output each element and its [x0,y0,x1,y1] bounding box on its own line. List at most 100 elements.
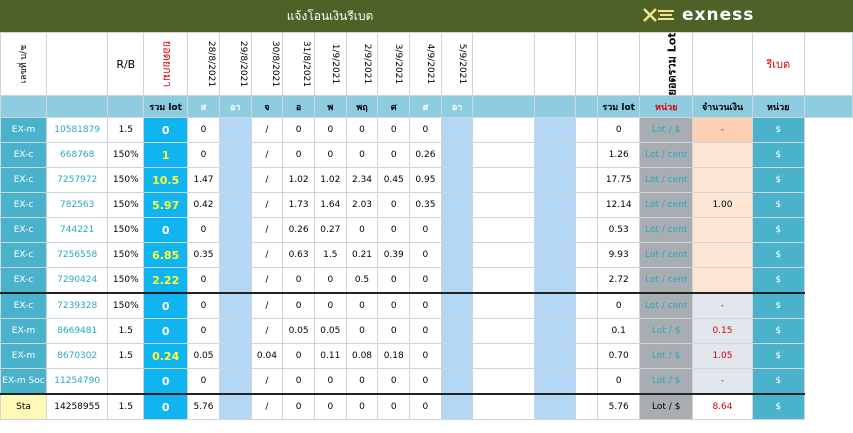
lot-sum: 0 [143,292,189,319]
table-row: Sta 14258955 1.5 0 5.76/0 0 0 0 0 5.76 Lot / $8.64… [0,393,853,420]
daily-lot: 0 [409,117,442,143]
daily-lot: 0.42 [187,192,220,218]
account-type: EX-c [0,217,48,243]
table-row: EX-m 8670302 1.5 0.24 0.05 0.04 0 0.11 0.08 0.18 0… [0,343,853,369]
daily-lot: 0 [377,192,411,218]
spacer [472,267,535,294]
unit-value: Lot / $ [639,343,694,369]
lot-sum: 5.97 [143,192,189,218]
spacer [574,117,599,143]
unit-header: หน่วย [639,95,694,118]
account-number[interactable]: 11254790 [46,368,109,395]
account-number[interactable]: 744221 [46,217,109,243]
account-number[interactable]: 7256558 [46,242,109,268]
daily-lot [440,292,474,319]
rb-value: 1.5 [107,117,145,143]
rebate-amount [692,217,753,243]
rebate-amount [692,267,753,294]
daily-lot: / [250,393,284,420]
daily-lot: / [250,217,284,243]
daily-lot: 1.64 [313,192,347,218]
daily-lot: 0 [345,368,379,395]
daily-lot: 0 [345,318,379,344]
daily-lot: / [250,117,284,143]
total-lot: 9.93 [597,242,641,268]
currency: $ [751,267,805,294]
spacer [533,217,576,243]
total-lot: 5.76 [597,393,641,420]
daily-lot: / [250,192,284,218]
spacer [472,192,535,218]
total-lot: 0 [597,117,641,143]
daily-lot: 0.05 [282,318,315,344]
unit-value: Lot / cent [639,192,694,218]
daily-lot [218,117,252,143]
spacer [472,292,535,319]
daily-lot: 0 [409,318,442,344]
day-label: พ [313,95,347,118]
spacer [574,318,599,344]
daily-lot: 2.34 [345,167,379,193]
daily-lot: 0.35 [409,192,442,218]
daily-lot: 0 [282,292,315,319]
total-lot: 17.75 [597,167,641,193]
daily-lot: 1.5 [313,242,347,268]
lot-sum: 1 [143,142,189,168]
daily-lot: 0 [313,142,347,168]
rebate-header: รีเบต [751,32,805,96]
account-number[interactable]: 8669481 [46,318,109,344]
daily-lot [218,292,252,319]
daily-lot: 0.95 [409,167,442,193]
spacer [533,368,576,395]
account-number[interactable]: 10581879 [46,117,109,143]
daily-lot: 0 [313,267,347,294]
account-type: EX-m [0,343,48,369]
table-row: EX-c 7256558 150% 6.85 0.35 /0.63 1.5 0.21 0.39 0… [0,242,853,268]
daily-lot: 0 [345,117,379,143]
brand-name: exness [682,5,755,25]
account-number[interactable]: 8670302 [46,343,109,369]
daily-lot [218,167,252,193]
spacer [574,368,599,395]
account-number[interactable]: 7290424 [46,267,109,294]
rebate-amount [692,142,753,168]
sum-lot-header: รวม lot [143,95,189,118]
account-number[interactable]: 14258955 [46,393,109,420]
daily-lot: / [250,368,284,395]
daily-lot [218,368,252,395]
account-number[interactable]: 7239328 [46,292,109,319]
daily-lot: 0 [377,267,411,294]
table-row: EX-m 10581879 1.5 0 0/0 0 0 0 0 0 Lot / $ - $ [0,117,853,143]
daily-lot: 0 [282,343,315,369]
daily-lot: 0.04 [250,343,284,369]
daily-lot: 0 [313,292,347,319]
daily-lot: 0 [187,117,220,143]
daily-lot: 1.02 [313,167,347,193]
rb-value: 150% [107,192,145,218]
daily-lot [440,142,474,168]
daily-lot: 0 [282,142,315,168]
spacer [533,142,576,168]
daily-lot [440,167,474,193]
date-header: 5/9/2021 [440,32,474,96]
exness-logo-icon [643,8,674,22]
account-number[interactable]: 782563 [46,192,109,218]
daily-lot: 0 [409,292,442,319]
spacer [533,242,576,268]
account-number[interactable]: 7257972 [46,167,109,193]
daily-lot [218,242,252,268]
unit-value: Lot / $ [639,368,694,395]
spacer [533,192,576,218]
daily-lot: 5.76 [187,393,220,420]
daily-lot: 0 [313,393,347,420]
daily-lot [440,368,474,395]
rb-header: R/B [107,32,145,96]
daily-lot: 0 [282,267,315,294]
daily-lot: 0.26 [409,142,442,168]
daily-lot [440,242,474,268]
daily-lot: / [250,267,284,294]
daily-lot: 0 [282,368,315,395]
daily-lot: 0 [377,142,411,168]
account-number[interactable]: 668768 [46,142,109,168]
rebate-amount: 8.64 [692,393,753,420]
